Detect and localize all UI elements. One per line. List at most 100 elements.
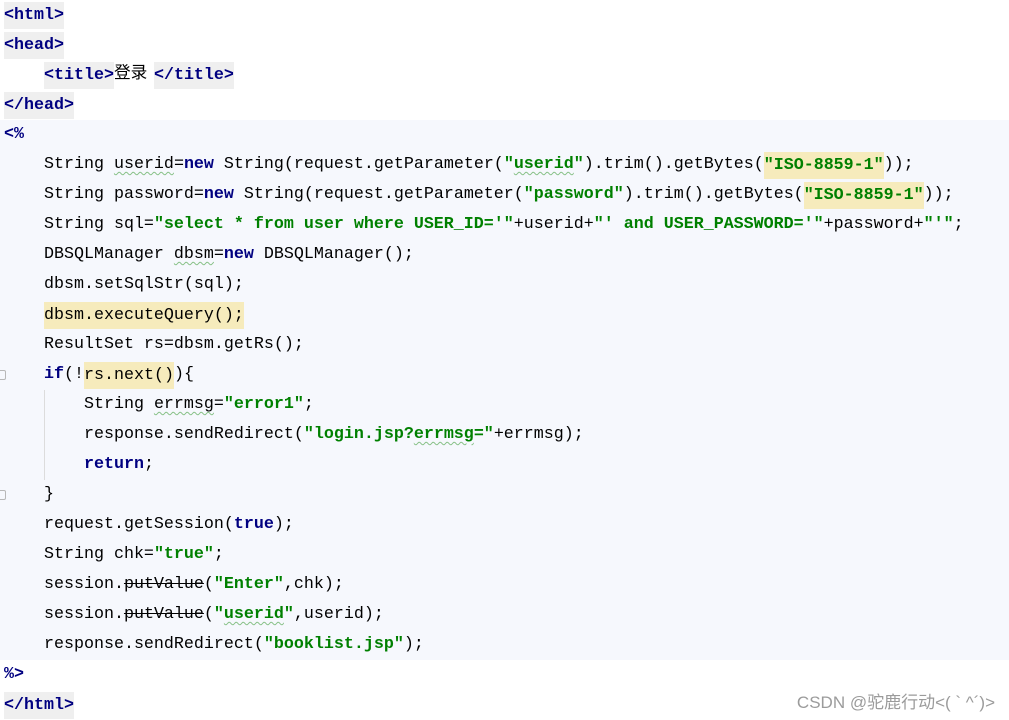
code-line[interactable]: ResultSet rs=dbsm.getRs(); (0, 330, 1009, 360)
code-token: } (4, 485, 54, 504)
code-line[interactable]: String sql="select * from user where USE… (0, 210, 1009, 240)
code-token: " (213, 605, 224, 624)
code-token: ; (143, 455, 154, 474)
code-token: return (83, 455, 144, 474)
code-token: +userid+ (513, 215, 594, 234)
code-token: response.sendRedirect( (4, 635, 264, 654)
indent-guide (44, 390, 45, 480)
code-line[interactable]: return; (0, 450, 1009, 480)
code-line[interactable]: DBSQLManager dbsm=new DBSQLManager(); (0, 240, 1009, 270)
code-token: String sql= (4, 215, 154, 234)
code-token: </html> (4, 691, 74, 719)
code-token: ).trim().getBytes( (623, 185, 804, 204)
code-token: = (213, 245, 224, 264)
code-line[interactable]: String errmsg="error1"; (0, 390, 1009, 420)
code-line[interactable]: response.sendRedirect("booklist.jsp"); (0, 630, 1009, 660)
code-token: <title> (43, 61, 114, 89)
code-token: rs.next() (83, 361, 174, 389)
code-token: String(request.getParameter( (213, 155, 504, 174)
code-line[interactable]: response.sendRedirect("login.jsp?errmsg=… (0, 420, 1009, 450)
code-token: </head> (4, 91, 74, 119)
code-token: true (233, 515, 274, 534)
fold-icon[interactable] (0, 370, 6, 380)
code-token: if (43, 365, 64, 384)
code-line[interactable]: session.putValue("Enter",chk); (0, 570, 1009, 600)
code-token: session. (4, 575, 124, 594)
code-token: " (503, 155, 514, 174)
code-token: putValue (123, 605, 204, 624)
code-line[interactable]: session.putValue("userid",userid); (0, 600, 1009, 630)
code-token: userid (223, 605, 284, 624)
code-token: errmsg (413, 425, 474, 444)
code-token: " (573, 155, 584, 174)
code-token: ( (203, 575, 214, 594)
code-token: "true" (153, 545, 214, 564)
code-token: dbsm.executeQuery(); (43, 301, 244, 329)
code-token: = (213, 395, 224, 414)
code-token: "ISO-8859-1" (763, 151, 884, 179)
code-token: session. (4, 605, 124, 624)
code-token: putValue (123, 575, 204, 594)
code-token: String (4, 155, 114, 174)
code-token: ){ (173, 365, 194, 384)
code-token: " (283, 605, 294, 624)
code-token: = (173, 155, 184, 174)
code-token: userid (113, 155, 174, 174)
code-token: String (4, 395, 154, 414)
code-line[interactable]: dbsm.setSqlStr(sql); (0, 270, 1009, 300)
code-token: "login.jsp? (303, 425, 414, 444)
code-token: <head> (4, 31, 64, 59)
code-token: (! (63, 365, 84, 384)
code-line[interactable]: request.getSession(true); (0, 510, 1009, 540)
code-editor[interactable]: <html> <head> <title>登录 </title> </head> <% … (0, 0, 1009, 720)
code-token: DBSQLManager(); (253, 245, 414, 264)
code-token: 登录 (113, 65, 148, 84)
code-line[interactable]: String userid=new String(request.getPara… (0, 150, 1009, 180)
code-token: ResultSet rs=dbsm.getRs(); (4, 335, 304, 354)
code-line[interactable]: <title>登录 </title> (0, 60, 1009, 90)
code-token: ); (273, 515, 294, 534)
code-token: ,userid); (293, 605, 384, 624)
code-token: "' and USER_PASSWORD='" (593, 215, 824, 234)
code-line[interactable]: <head> (0, 30, 1009, 60)
code-line[interactable]: String password=new String(request.getPa… (0, 180, 1009, 210)
code-token: )); (883, 155, 914, 174)
code-token: ( (203, 605, 214, 624)
code-line[interactable]: dbsm.executeQuery(); (0, 300, 1009, 330)
code-token: new (183, 155, 214, 174)
code-token: %> (4, 665, 24, 684)
code-token: <html> (4, 1, 64, 29)
code-token: String(request.getParameter( (233, 185, 524, 204)
code-token: <% (4, 125, 24, 144)
code-token: "ISO-8859-1" (803, 181, 924, 209)
code-token: "booklist.jsp" (263, 635, 404, 654)
code-token: ,chk); (283, 575, 344, 594)
code-token: userid (513, 155, 574, 174)
code-line[interactable]: <html> (0, 0, 1009, 30)
code-token: request.getSession( (4, 515, 234, 534)
code-token: )); (923, 185, 954, 204)
watermark-text: CSDN @驼鹿行动<( ` ^´)> (796, 693, 995, 712)
code-token: dbsm (173, 245, 214, 264)
code-line[interactable]: if(!rs.next()){ (0, 360, 1009, 390)
code-token: new (223, 245, 254, 264)
code-token: ); (403, 635, 424, 654)
code-token: ; (953, 215, 964, 234)
code-token: =" (473, 425, 494, 444)
code-token: "error1" (223, 395, 304, 414)
code-line[interactable]: String chk="true"; (0, 540, 1009, 570)
code-token: +password+ (823, 215, 924, 234)
code-line[interactable]: <% (0, 120, 1009, 150)
code-token: "Enter" (213, 575, 284, 594)
fold-icon[interactable] (0, 490, 6, 500)
code-token: errmsg (153, 395, 214, 414)
code-line[interactable]: </head> (0, 90, 1009, 120)
code-token: ).trim().getBytes( (583, 155, 764, 174)
code-token: </title> (153, 61, 234, 89)
code-line[interactable]: %> (0, 660, 1009, 690)
code-token: ; (303, 395, 314, 414)
code-line[interactable]: } (0, 480, 1009, 510)
